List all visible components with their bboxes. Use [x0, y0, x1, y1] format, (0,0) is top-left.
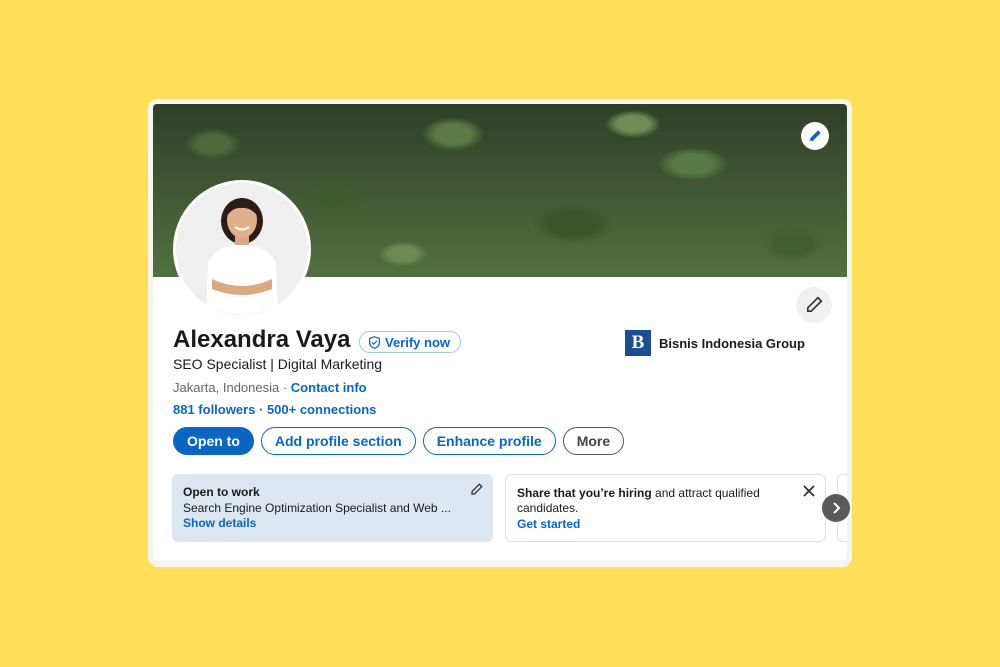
close-icon	[803, 485, 815, 497]
company-logo: B	[625, 330, 651, 356]
location-text: Jakarta, Indonesia	[173, 380, 280, 395]
company-name: Bisnis Indonesia Group	[659, 335, 805, 351]
get-started-link[interactable]: Get started	[517, 517, 814, 531]
carousel-next-button[interactable]	[822, 494, 850, 522]
dismiss-button[interactable]	[803, 484, 815, 502]
pencil-icon	[806, 296, 823, 313]
open-to-button[interactable]: Open to	[173, 427, 254, 455]
hiring-card[interactable]: Share that you’re hiring and attract qua…	[505, 474, 826, 542]
separator: ·	[279, 380, 291, 395]
current-company[interactable]: B Bisnis Indonesia Group	[625, 330, 805, 356]
open-to-work-card[interactable]: Open to work Search Engine Optimization …	[172, 474, 493, 542]
profile-headline: SEO Specialist | Digital Marketing	[173, 356, 383, 372]
show-details-link[interactable]: Show details	[183, 516, 482, 530]
profile-photo	[176, 183, 308, 315]
chevron-right-icon	[833, 502, 841, 514]
avatar[interactable]	[173, 180, 311, 318]
profile-actions: Open to Add profile section Enhance prof…	[173, 427, 625, 455]
verify-now-button[interactable]: Verify now	[359, 331, 462, 353]
edit-intro-button[interactable]	[796, 287, 832, 323]
open-to-work-title: Open to work	[183, 485, 260, 499]
profile-name: Alexandra Vaya	[173, 326, 351, 353]
connections-link[interactable]: 500+ connections	[267, 402, 376, 417]
hiring-title: Share that you’re hiring and attract qua…	[517, 486, 814, 516]
shield-check-icon	[369, 335, 380, 349]
pencil-icon	[471, 483, 483, 495]
enhance-profile-button[interactable]: Enhance profile	[422, 427, 556, 455]
network-stats: 881 followers · 500+ connections	[173, 402, 376, 417]
followers-link[interactable]: 881 followers	[173, 402, 255, 417]
pencil-icon	[810, 130, 821, 141]
open-to-work-description: Search Engine Optimization Specialist an…	[183, 501, 451, 515]
separator: ·	[255, 402, 267, 417]
hiring-title-bold: Share that you’re hiring	[517, 486, 652, 500]
verify-label: Verify now	[385, 334, 451, 350]
profile-card: Alexandra Vaya Verify now SEO Specialist…	[153, 104, 847, 560]
edit-cover-button[interactable]	[801, 122, 829, 150]
add-profile-section-button[interactable]: Add profile section	[260, 427, 416, 455]
location-row: Jakarta, Indonesia · Contact info	[173, 380, 367, 395]
edit-open-to-work-button[interactable]	[470, 483, 483, 501]
contact-info-link[interactable]: Contact info	[291, 380, 367, 395]
more-button[interactable]: More	[562, 427, 625, 455]
